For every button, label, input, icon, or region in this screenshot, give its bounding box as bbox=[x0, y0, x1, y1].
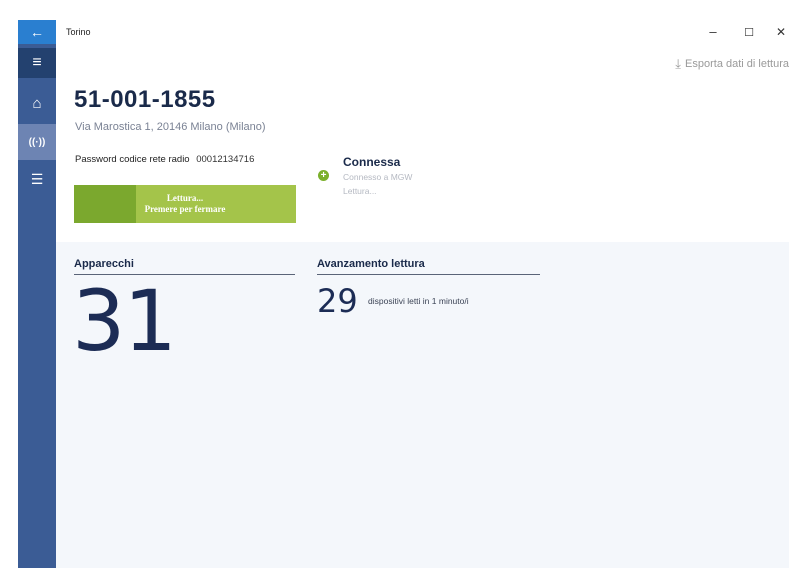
devices-count: 31 bbox=[72, 272, 177, 370]
password-value: 00012134716 bbox=[196, 154, 255, 165]
export-label: Esporta dati di lettura bbox=[685, 58, 789, 70]
minimize-button[interactable]: – bbox=[703, 24, 723, 39]
back-button[interactable]: ← bbox=[18, 20, 56, 44]
menu-button[interactable]: ≡ bbox=[18, 48, 56, 78]
nav-rail: ← ≡ ⌂ ((·)) ☰ bbox=[18, 20, 56, 568]
read-button-label: Lettura... Premere per fermare bbox=[74, 185, 296, 223]
nav-item-radio[interactable]: ((·)) bbox=[18, 124, 56, 160]
connection-detail: Connesso a MGW bbox=[343, 172, 413, 182]
export-button[interactable]: ⤓ Esporta dati di lettura bbox=[675, 56, 789, 72]
list-icon: ☰ bbox=[30, 170, 44, 187]
progress-text: dispositivi letti in 1 minuto/i bbox=[368, 296, 469, 306]
connected-plus-icon: + bbox=[318, 170, 329, 181]
progress-section-title: Avanzamento lettura bbox=[317, 258, 540, 275]
progress-count: 29 bbox=[317, 282, 358, 320]
read-button-line2: Premere per fermare bbox=[144, 204, 226, 214]
connection-status: Connessa bbox=[343, 155, 401, 169]
read-button-line1: Lettura... bbox=[166, 193, 204, 203]
meter-address: Via Marostica 1, 20146 Milano (Milano) bbox=[75, 121, 266, 133]
nav-item-home[interactable]: ⌂ bbox=[18, 88, 56, 118]
connection-activity: Lettura... bbox=[343, 186, 377, 196]
nav-item-list[interactable]: ☰ bbox=[18, 164, 56, 194]
hamburger-icon: ≡ bbox=[32, 54, 42, 71]
password-label: Password codice rete radio bbox=[75, 154, 190, 165]
meter-id: 51-001-1855 bbox=[74, 86, 216, 113]
close-button[interactable]: ✕ bbox=[771, 25, 789, 39]
radio-antenna-icon: ((·)) bbox=[28, 136, 46, 148]
title-bar: Torino – ☐ ✕ bbox=[56, 20, 789, 46]
window-title: Torino bbox=[66, 27, 91, 37]
radio-password: Password codice rete radio 00012134716 bbox=[75, 154, 254, 165]
read-stop-button[interactable]: Lettura... Premere per fermare bbox=[74, 185, 296, 223]
home-icon: ⌂ bbox=[32, 94, 42, 112]
back-arrow-icon: ← bbox=[30, 24, 44, 40]
download-icon: ⤓ bbox=[675, 56, 682, 71]
maximize-button[interactable]: ☐ bbox=[739, 26, 759, 39]
